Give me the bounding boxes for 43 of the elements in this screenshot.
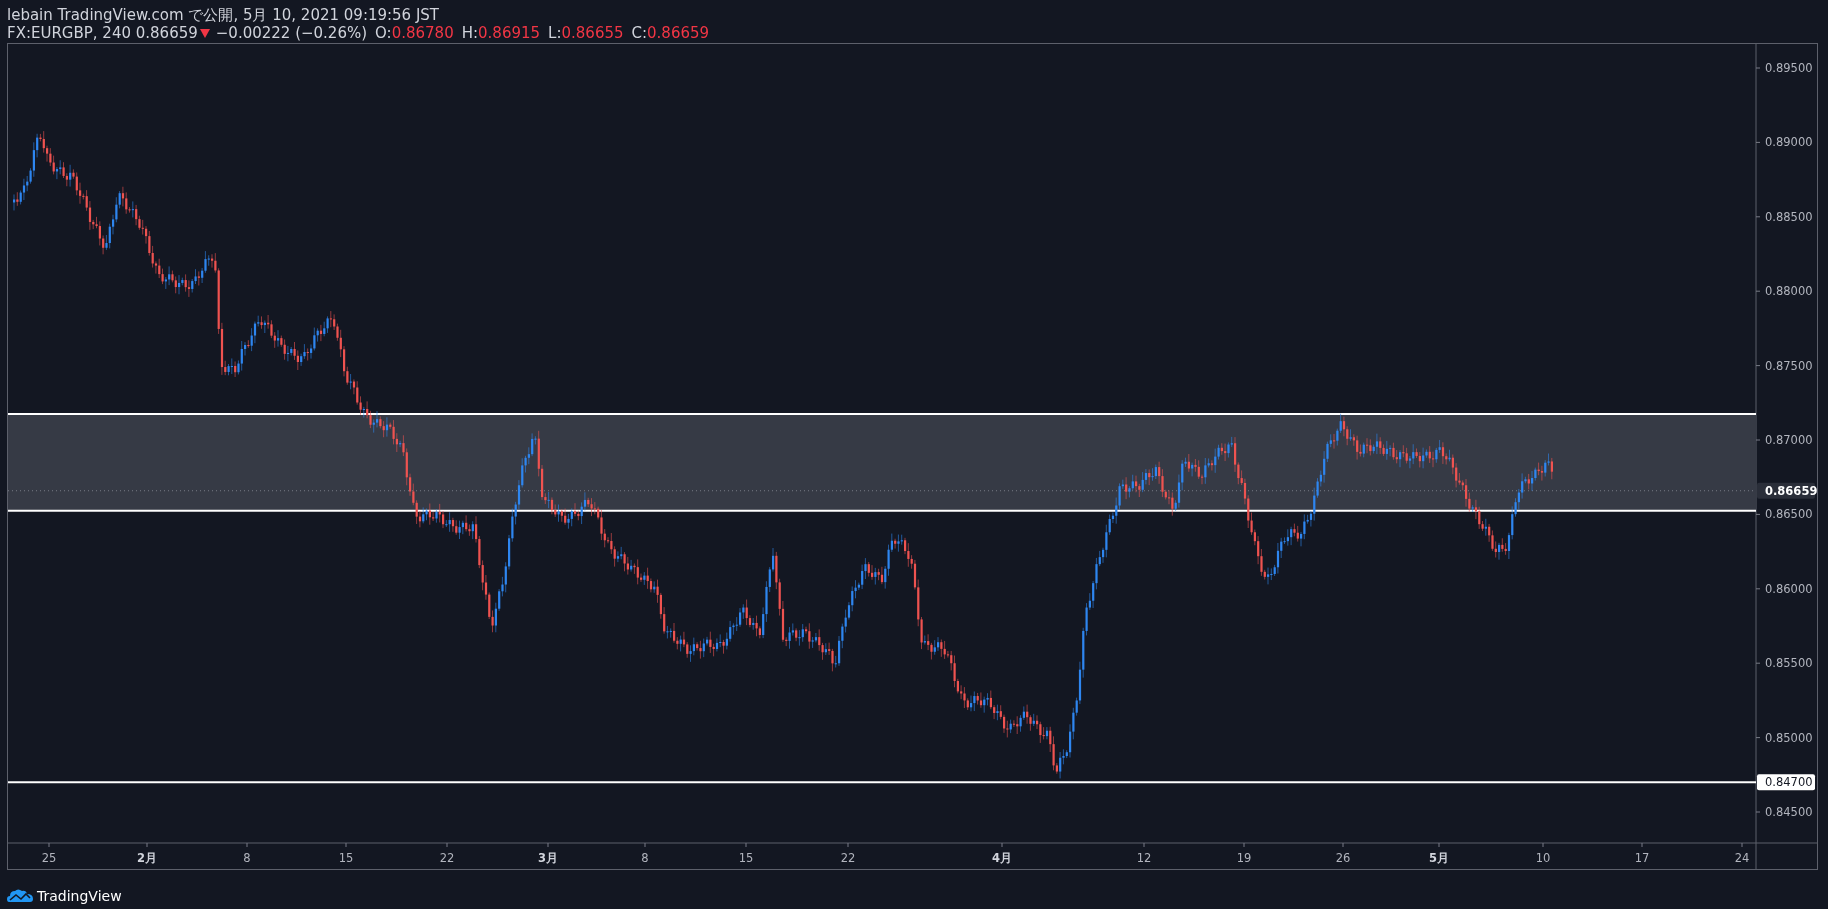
price-label: 0.88000 bbox=[1765, 284, 1813, 299]
logo-icon bbox=[7, 888, 33, 904]
date-label: 15 bbox=[738, 851, 754, 865]
price-label: 0.87000 bbox=[1765, 433, 1813, 447]
current-price-tag: 0.86659 bbox=[1757, 482, 1818, 499]
brand-name: TradingView bbox=[37, 888, 122, 904]
price-label: 0.89500 bbox=[1765, 61, 1813, 75]
date-label: 22 bbox=[439, 851, 455, 865]
ohlc-label: L: bbox=[548, 24, 562, 42]
ohlc-label: C: bbox=[631, 24, 648, 42]
line-price-tag: 0.84700 bbox=[1757, 774, 1815, 791]
ohlc-value: 0.86915 bbox=[478, 24, 541, 42]
date-label: 5月 bbox=[1429, 851, 1449, 865]
date-label: 10 bbox=[1535, 851, 1551, 865]
ohlc-value: 0.86659 bbox=[647, 24, 710, 42]
ohlc-label: H: bbox=[461, 24, 479, 42]
ohlc-value: 0.86780 bbox=[391, 24, 454, 42]
price-label: 0.88500 bbox=[1765, 209, 1813, 224]
ohlc-label: O: bbox=[375, 24, 392, 42]
price-label: 0.86000 bbox=[1765, 581, 1813, 596]
price-label: 0.85500 bbox=[1765, 656, 1813, 671]
date-label: 8 bbox=[243, 851, 251, 865]
ohlc-value: 0.86655 bbox=[561, 24, 624, 42]
publish-info: lebain TradingView.com で公開, 5月 10, 2021 09:19:56 JST bbox=[7, 6, 441, 24]
symbol-info: FX:EURGBP, 240 0.86659 bbox=[7, 24, 198, 42]
date-label: 22 bbox=[840, 851, 856, 865]
date-label: 8 bbox=[641, 851, 649, 865]
price-label: 0.89000 bbox=[1765, 135, 1813, 150]
price-label: 0.86500 bbox=[1765, 507, 1813, 522]
date-label: 17 bbox=[1634, 851, 1650, 865]
date-label: 15 bbox=[338, 851, 354, 865]
date-label: 3月 bbox=[538, 851, 558, 865]
price-label: 0.84500 bbox=[1765, 805, 1813, 819]
date-label: 19 bbox=[1236, 851, 1252, 865]
date-label: 25 bbox=[41, 851, 57, 865]
date-label: 2月 bbox=[137, 851, 157, 865]
date-label: 4月 bbox=[992, 851, 1012, 865]
price-label: 0.85000 bbox=[1765, 730, 1813, 745]
price-label: 0.87500 bbox=[1765, 358, 1813, 373]
date-label: 26 bbox=[1335, 851, 1351, 865]
date-label: 12 bbox=[1136, 851, 1152, 865]
price-change: −0.00222 (−0.26%) bbox=[215, 24, 368, 42]
date-label: 24 bbox=[1734, 851, 1750, 865]
